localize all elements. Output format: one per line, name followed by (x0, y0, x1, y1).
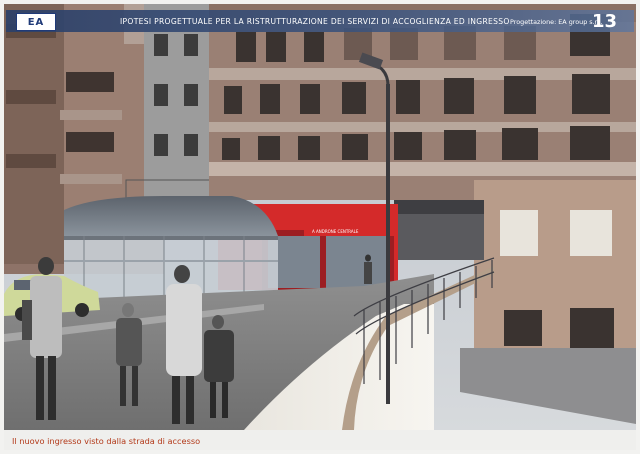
page-title: IPOTESI PROGETTUALE PER LA RISTRUTTURAZI… (120, 17, 510, 26)
render-illustration: A ANDRONE CENTRALE (4, 4, 636, 430)
passage-beam (394, 200, 484, 214)
company-logo: EA (16, 13, 56, 31)
image-caption: Il nuovo ingresso visto dalla strada di … (12, 436, 201, 446)
design-credits: Progettazione: EA group s.r.l. (510, 18, 603, 26)
architectural-render: A ANDRONE CENTRALE (4, 4, 636, 430)
entrance-sign: A ANDRONE CENTRALE (312, 229, 359, 234)
page-number: 13 (592, 11, 618, 32)
logo-text: EA (27, 16, 45, 28)
presentation-page: A ANDRONE CENTRALE EA IPOTESI PROGETTUAL… (0, 0, 640, 454)
header-bar: EA IPOTESI PROGETTUALE PER LA RISTRUTTUR… (0, 8, 640, 34)
